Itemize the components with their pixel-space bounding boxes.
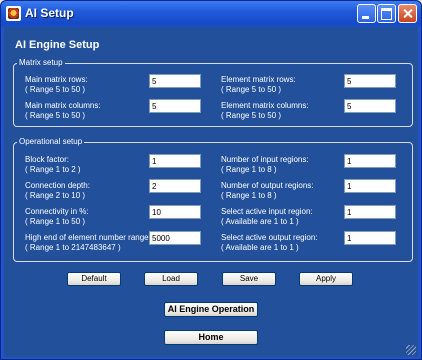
main-cols-field[interactable] [149,99,201,113]
operational-setup-legend: Operational setup [17,137,85,146]
active-input-field[interactable] [344,205,396,219]
block-factor-range: ( Range 1 to 2 ) [25,165,81,174]
input-regions-range: ( Range 1 to 8 ) [221,165,277,174]
save-button[interactable]: Save [222,272,276,286]
close-icon[interactable] [398,4,417,23]
main-cols-range: ( Range 5 to 50 ) [25,111,86,120]
page-title: AI Engine Setup [15,39,100,51]
maximize-icon[interactable] [377,4,396,23]
default-button[interactable]: Default [67,272,121,286]
input-regions-field[interactable] [344,154,396,168]
home-button[interactable]: Home [164,330,258,345]
ai-engine-operation-button[interactable]: AI Engine Operation [164,302,258,317]
elem-cols-field[interactable] [344,99,396,113]
connectivity-field[interactable] [149,205,201,219]
elem-rows-range: ( Range 5 to 50 ) [221,85,282,94]
connectivity-range: ( Range 1 to 50 ) [25,217,86,226]
active-output-label: Select active output region: [221,233,318,242]
elem-rows-label: Element matrix rows: [221,75,296,84]
output-regions-field[interactable] [344,179,396,193]
high-end-label: High end of element number range: [25,233,151,242]
active-input-range: ( Available are 1 to 1 ) [221,217,299,226]
elem-cols-label: Element matrix columns: [221,101,309,110]
app-icon[interactable] [6,6,21,21]
output-regions-label: Number of output regions: [221,181,314,190]
active-output-field[interactable] [344,231,396,245]
connection-depth-label: Connection depth: [25,181,90,190]
main-rows-field[interactable] [149,74,201,88]
input-regions-label: Number of input regions: [221,155,309,164]
main-rows-label: Main matrix rows: [25,75,88,84]
resize-grip[interactable] [406,345,416,355]
high-end-range: ( Range 1 to 2147483647 ) [25,243,121,252]
load-button[interactable]: Load [144,272,198,286]
client-area: AI Engine Setup Matrix setup Main matrix… [4,27,418,357]
window-title: AI Setup [25,6,74,20]
block-factor-field[interactable] [149,154,201,168]
elem-cols-range: ( Range 5 to 50 ) [221,111,282,120]
connectivity-label: Connectivity in %: [25,207,89,216]
block-factor-label: Block factor: [25,155,70,164]
title-bar[interactable]: AI Setup [1,1,421,27]
active-input-label: Select active input region: [221,207,313,216]
main-cols-label: Main matrix columns: [25,101,101,110]
main-rows-range: ( Range 5 to 50 ) [25,85,86,94]
matrix-setup-legend: Matrix setup [17,58,65,67]
active-output-range: ( Available are 1 to 1 ) [221,243,299,252]
output-regions-range: ( Range 1 to 8 ) [221,191,277,200]
high-end-field[interactable] [149,231,201,245]
apply-button[interactable]: Apply [299,272,353,286]
ai-setup-window: AI Setup AI Engine Setup Matrix setup Ma… [0,0,422,360]
connection-depth-field[interactable] [149,179,201,193]
connection-depth-range: ( Range 2 to 10 ) [25,191,86,200]
minimize-icon[interactable] [357,4,376,23]
elem-rows-field[interactable] [344,74,396,88]
